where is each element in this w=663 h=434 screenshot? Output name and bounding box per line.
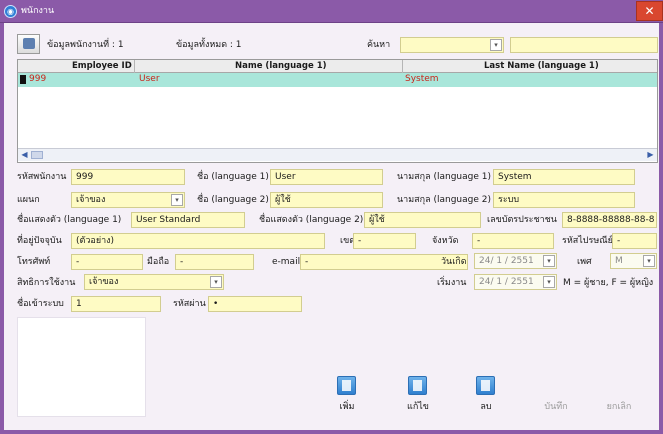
gender-label: เพศ <box>577 257 592 267</box>
postal-code-label: รหัสไปรษณีย์ <box>562 236 613 246</box>
birth-date-picker[interactable]: 24/ 1 / 2551 ▾ <box>474 253 557 269</box>
last-name-1-field[interactable]: System <box>493 169 635 185</box>
table-header: Employee ID Name (language 1) Last Name … <box>18 60 657 73</box>
app-icon: ◉ <box>4 5 17 18</box>
scrollbar-thumb[interactable] <box>31 151 43 159</box>
cell-employee-id: 999 <box>29 74 47 84</box>
delete-button[interactable]: ลบ <box>470 401 502 413</box>
column-header-last-name[interactable]: Last Name (language 1) <box>484 60 599 72</box>
search-field-select[interactable]: ▾ <box>400 37 504 53</box>
first-name-2-field[interactable]: ผู้ใช้ <box>270 192 383 208</box>
cancel-button[interactable]: ยกเลิก <box>597 401 641 413</box>
column-header-name[interactable]: Name (language 1) <box>235 60 327 72</box>
display-name-1-field[interactable]: User Standard <box>131 212 245 228</box>
department-label: แผนก <box>17 195 40 205</box>
employee-table[interactable]: Employee ID Name (language 1) Last Name … <box>17 59 658 163</box>
province-label: จังหวัด <box>432 236 459 246</box>
login-field[interactable]: 1 <box>71 296 161 312</box>
password-field[interactable]: • <box>208 296 302 312</box>
address-label: ที่อยู่ปัจจุบัน <box>17 236 62 246</box>
window-title: พนักงาน <box>21 6 55 16</box>
chevron-down-icon[interactable]: ▾ <box>171 194 183 206</box>
access-rights-select[interactable]: เจ้าของ ▾ <box>84 274 224 290</box>
scroll-right-icon[interactable]: ▶ <box>645 150 656 160</box>
title-bar <box>0 0 663 23</box>
employee-count-label: ข้อมูลพนักงานที่ : 1 <box>47 40 124 50</box>
mobile-field[interactable]: - <box>175 254 254 270</box>
window-frame-left <box>0 23 4 434</box>
refresh-button[interactable] <box>17 34 40 54</box>
edit-button[interactable]: แก้ไข <box>402 401 434 413</box>
province-field[interactable]: - <box>472 233 554 249</box>
department-select[interactable]: เจ้าของ ▾ <box>71 192 185 208</box>
district-field[interactable]: - <box>353 233 416 249</box>
gender-select[interactable]: M ▾ <box>610 253 657 269</box>
last-name-2-label: นามสกุล (language 2) <box>397 195 491 205</box>
search-label: ค้นหา <box>367 40 391 50</box>
chevron-down-icon[interactable]: ▾ <box>643 255 655 267</box>
start-date-picker[interactable]: 24/ 1 / 2551 ▾ <box>474 274 557 290</box>
login-label: ชื่อเข้าระบบ <box>17 299 64 309</box>
address-field[interactable]: (ตัวอย่าง) <box>71 233 325 249</box>
phone-label: โทรศัพท์ <box>17 257 51 267</box>
first-name-2-label: ชื่อ (language 2) <box>197 195 269 205</box>
employee-code-field[interactable]: 999 <box>71 169 185 185</box>
cell-last-name: System <box>405 74 439 84</box>
birth-date-label: วันเกิด <box>441 257 467 267</box>
window-frame-bottom <box>0 430 663 434</box>
id-card-field[interactable]: 8-8888-88888-88-8 <box>562 212 657 228</box>
scroll-left-icon[interactable]: ◀ <box>19 150 30 160</box>
close-button[interactable]: ✕ <box>636 1 663 21</box>
add-icon[interactable] <box>337 376 356 395</box>
display-name-2-field[interactable]: ผู้ใช้ <box>364 212 481 228</box>
calendar-dropdown-icon[interactable]: ▾ <box>543 276 555 288</box>
chevron-down-icon[interactable]: ▾ <box>490 39 502 51</box>
last-name-1-label: นามสกุล (language 1) <box>397 172 491 182</box>
employee-code-label: รหัสพนักงาน <box>17 172 67 182</box>
employee-photo[interactable] <box>17 317 146 417</box>
start-date-label: เริ่มงาน <box>437 278 467 288</box>
search-input[interactable] <box>510 37 658 53</box>
password-label: รหัสผ่าน <box>173 299 206 309</box>
email-label: e-mail <box>272 257 301 267</box>
chevron-down-icon[interactable]: ▾ <box>210 276 222 288</box>
access-rights-label: สิทธิการใช้งาน <box>17 278 76 288</box>
display-name-1-label: ชื่อแสดงตัว (language 1) <box>17 215 122 225</box>
delete-icon[interactable] <box>476 376 495 395</box>
last-name-2-field[interactable]: ระบบ <box>493 192 635 208</box>
add-button[interactable]: เพิ่ม <box>331 401 363 413</box>
postal-code-field[interactable]: - <box>612 233 657 249</box>
phone-field[interactable]: - <box>71 254 143 270</box>
window-frame-right <box>659 23 663 434</box>
column-header-employee-id[interactable]: Employee ID <box>72 60 132 72</box>
gender-note: M = ผู้ชาย, F = ผู้หญิง <box>563 278 654 288</box>
cell-name: User <box>139 74 160 84</box>
horizontal-scrollbar[interactable]: ◀ ▶ <box>18 148 657 161</box>
mobile-label: มือถือ <box>147 257 170 267</box>
calendar-dropdown-icon[interactable]: ▾ <box>543 255 555 267</box>
first-name-1-field[interactable]: User <box>270 169 383 185</box>
id-card-label: เลขบัตรประชาชน <box>487 215 557 225</box>
save-button[interactable]: บันทึก <box>534 401 578 413</box>
row-selector-icon <box>20 75 26 84</box>
refresh-icon <box>22 38 35 49</box>
table-row[interactable]: 999 User System <box>18 73 657 87</box>
first-name-1-label: ชื่อ (language 1) <box>197 172 269 182</box>
edit-icon[interactable] <box>408 376 427 395</box>
display-name-2-label: ชื่อแสดงตัว (language 2) <box>259 215 364 225</box>
total-count-label: ข้อมูลทั้งหมด : 1 <box>176 40 242 50</box>
